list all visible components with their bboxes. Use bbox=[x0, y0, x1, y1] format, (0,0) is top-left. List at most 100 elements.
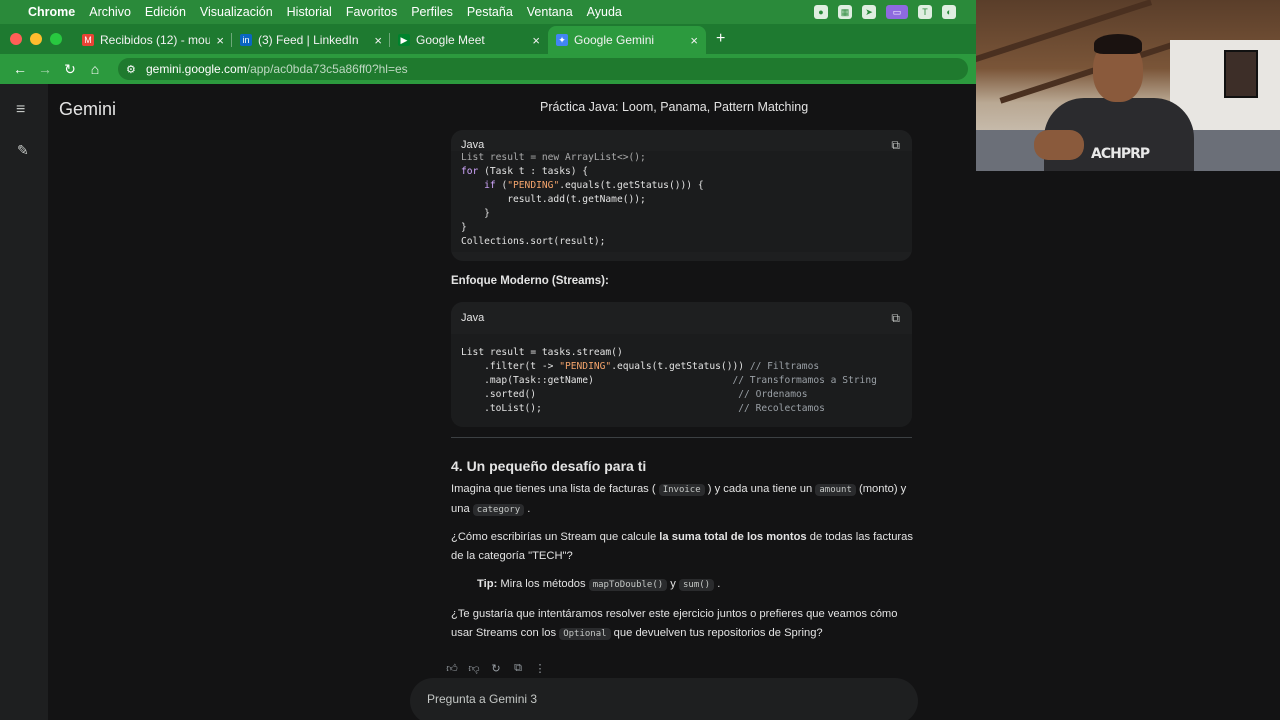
paragraph-2: ¿Cómo escribirías un Stream que calcule … bbox=[451, 528, 921, 566]
response-actions: 👍︎ 👎︎ ↻ ⧉ ⋮ bbox=[446, 662, 546, 675]
tab-title: Google Meet bbox=[416, 33, 485, 47]
meet-icon: ▶ bbox=[398, 34, 410, 46]
tab-strip: M Recibidos (12) - moutinho132 × in (3) … bbox=[0, 24, 976, 54]
person-hair bbox=[1094, 34, 1142, 54]
conversation-title[interactable]: Práctica Java: Loom, Panama, Pattern Mat… bbox=[540, 100, 808, 114]
menu-edicion[interactable]: Edición bbox=[145, 5, 186, 19]
tab-google-gemini[interactable]: ✦ Google Gemini × bbox=[548, 26, 706, 54]
copy-code-icon[interactable]: ⧉ bbox=[891, 311, 900, 326]
wall-picture bbox=[1224, 50, 1258, 98]
close-tab-icon[interactable]: × bbox=[690, 33, 698, 48]
code-line: } bbox=[461, 208, 490, 219]
text: . bbox=[717, 578, 721, 590]
text: Imagina que tienes una lista de facturas… bbox=[451, 483, 656, 495]
thumbs-up-icon[interactable]: 👍︎ bbox=[446, 662, 458, 675]
text: . bbox=[527, 503, 531, 515]
menu-historial[interactable]: Historial bbox=[287, 5, 332, 19]
code-line: .map(Task::getName) // Transformamos a S… bbox=[461, 375, 877, 386]
reload-icon[interactable]: ↻ bbox=[58, 61, 82, 78]
new-tab-icon[interactable]: + bbox=[716, 30, 725, 48]
tab-linkedin[interactable]: in (3) Feed | LinkedIn × bbox=[232, 26, 390, 54]
inline-code-category: category bbox=[472, 504, 525, 516]
zoom-window-icon[interactable] bbox=[50, 33, 62, 45]
bold-text: la suma total de los montos bbox=[659, 531, 807, 543]
thumbs-down-icon[interactable]: 👎︎ bbox=[468, 662, 480, 675]
text: que devuelven tus repositorios de Spring… bbox=[613, 627, 823, 639]
gemini-icon: ✦ bbox=[556, 34, 568, 46]
url-path: /app/ac0bda73c5a86ff0?hl=es bbox=[246, 62, 408, 76]
text: y bbox=[670, 578, 676, 590]
forward-icon[interactable]: → bbox=[33, 61, 57, 77]
address-bar[interactable]: ⚙ gemini.google.com/app/ac0bda73c5a86ff0… bbox=[118, 58, 968, 80]
menu-ayuda[interactable]: Ayuda bbox=[587, 5, 622, 19]
tab-gmail[interactable]: M Recibidos (12) - moutinho132 × bbox=[74, 26, 232, 54]
copy-response-icon[interactable]: ⧉ bbox=[512, 662, 524, 675]
more-options-icon[interactable]: ⋮ bbox=[534, 662, 546, 675]
mac-menubar: Chrome Archivo Edición Visualización His… bbox=[0, 0, 976, 24]
menu-icon[interactable]: ≡ bbox=[16, 101, 25, 119]
side-rail bbox=[0, 84, 48, 720]
gemini-brand: Gemini bbox=[59, 99, 117, 119]
screen-share-status-icon[interactable]: ▭ bbox=[886, 5, 908, 19]
inline-code-optional: Optional bbox=[559, 628, 611, 640]
browser-toolbar: ← → ↻ ⌂ ⚙ gemini.google.com/app/ac0bda73… bbox=[0, 54, 976, 84]
tab-title: Google Gemini bbox=[574, 33, 655, 47]
inline-code-sum: sum() bbox=[678, 579, 715, 591]
teams-status-icon[interactable]: T bbox=[918, 5, 932, 19]
code-line-clipped: List result = new ArrayList<>(); bbox=[461, 152, 646, 163]
linkedin-icon: in bbox=[240, 34, 252, 46]
text: ¿Cómo escribirías un Stream que calcule bbox=[451, 531, 660, 543]
close-tab-icon[interactable]: × bbox=[374, 33, 382, 48]
calendar-status-icon[interactable]: ▦ bbox=[838, 5, 852, 19]
tab-google-meet[interactable]: ▶ Google Meet × bbox=[390, 26, 548, 54]
chrome-status-icon[interactable]: ● bbox=[814, 5, 828, 19]
code-block-1: Java ⧉ List result = new ArrayList<>(); f… bbox=[451, 130, 912, 261]
code-block-2: Java ⧉ List result = tasks.stream() .fil… bbox=[451, 302, 912, 427]
site-info-icon[interactable]: ⚙ bbox=[126, 63, 140, 76]
enfoque-heading: Enfoque Moderno (Streams): bbox=[451, 275, 609, 287]
regenerate-icon[interactable]: ↻ bbox=[490, 662, 502, 675]
code-line: } bbox=[461, 222, 467, 233]
close-tab-icon[interactable]: × bbox=[532, 33, 540, 48]
person-arm bbox=[1034, 130, 1084, 160]
menu-archivo[interactable]: Archivo bbox=[89, 5, 131, 19]
prompt-placeholder: Pregunta a Gemini 3 bbox=[427, 692, 538, 706]
telegram-status-icon[interactable]: ➤ bbox=[862, 5, 876, 19]
paragraph-1: Imagina que tienes una lista de facturas… bbox=[451, 480, 921, 520]
inline-code-amount: amount bbox=[815, 484, 856, 496]
code-line: .toList(); // Recolectamos bbox=[461, 403, 825, 414]
app-status-icon[interactable]: ◐ bbox=[942, 5, 956, 19]
code-line: result.add(t.getName()); bbox=[461, 194, 646, 205]
text: ) y cada una tiene un bbox=[707, 483, 813, 495]
tip-label: Tip: bbox=[477, 578, 498, 590]
code-line: .sorted() // Ordenamos bbox=[461, 389, 808, 400]
menu-chrome[interactable]: Chrome bbox=[28, 5, 75, 19]
webcam-overlay: ACHPRP bbox=[976, 0, 1280, 171]
code-line: for (Task t : tasks) { bbox=[461, 166, 589, 177]
menu-favoritos[interactable]: Favoritos bbox=[346, 5, 397, 19]
code-language-label: Java bbox=[461, 312, 485, 324]
code-content: List result = tasks.stream() .filter(t -… bbox=[451, 334, 912, 427]
section-4-heading: 4. Un pequeño desafío para ti bbox=[451, 458, 647, 474]
minimize-window-icon[interactable] bbox=[30, 33, 42, 45]
close-window-icon[interactable] bbox=[10, 33, 22, 45]
tab-title: Recibidos (12) - moutinho132 bbox=[100, 33, 211, 47]
menu-perfiles[interactable]: Perfiles bbox=[411, 5, 453, 19]
new-chat-icon[interactable]: ✎ bbox=[17, 142, 29, 159]
home-icon[interactable]: ⌂ bbox=[83, 61, 107, 77]
menubar-status-icons: ● ▦ ➤ ▭ T ◐ bbox=[814, 0, 956, 24]
close-tab-icon[interactable]: × bbox=[216, 33, 224, 48]
gmail-icon: M bbox=[82, 34, 94, 46]
menu-ventana[interactable]: Ventana bbox=[527, 5, 573, 19]
menu-visualizacion[interactable]: Visualización bbox=[200, 5, 273, 19]
inline-code-invoice: Invoice bbox=[658, 484, 705, 496]
text: Mira los métodos bbox=[500, 578, 586, 590]
menu-pestana[interactable]: Pestaña bbox=[467, 5, 513, 19]
back-icon[interactable]: ← bbox=[8, 61, 32, 77]
url-host: gemini.google.com bbox=[146, 62, 247, 76]
code-line: if ("PENDING".equals(t.getStatus())) { bbox=[484, 180, 704, 191]
tab-title: (3) Feed | LinkedIn bbox=[258, 33, 359, 47]
shirt-print: ACHPRP bbox=[1091, 146, 1150, 162]
prompt-input[interactable]: Pregunta a Gemini 3 bbox=[410, 678, 918, 720]
section-divider bbox=[451, 437, 912, 438]
